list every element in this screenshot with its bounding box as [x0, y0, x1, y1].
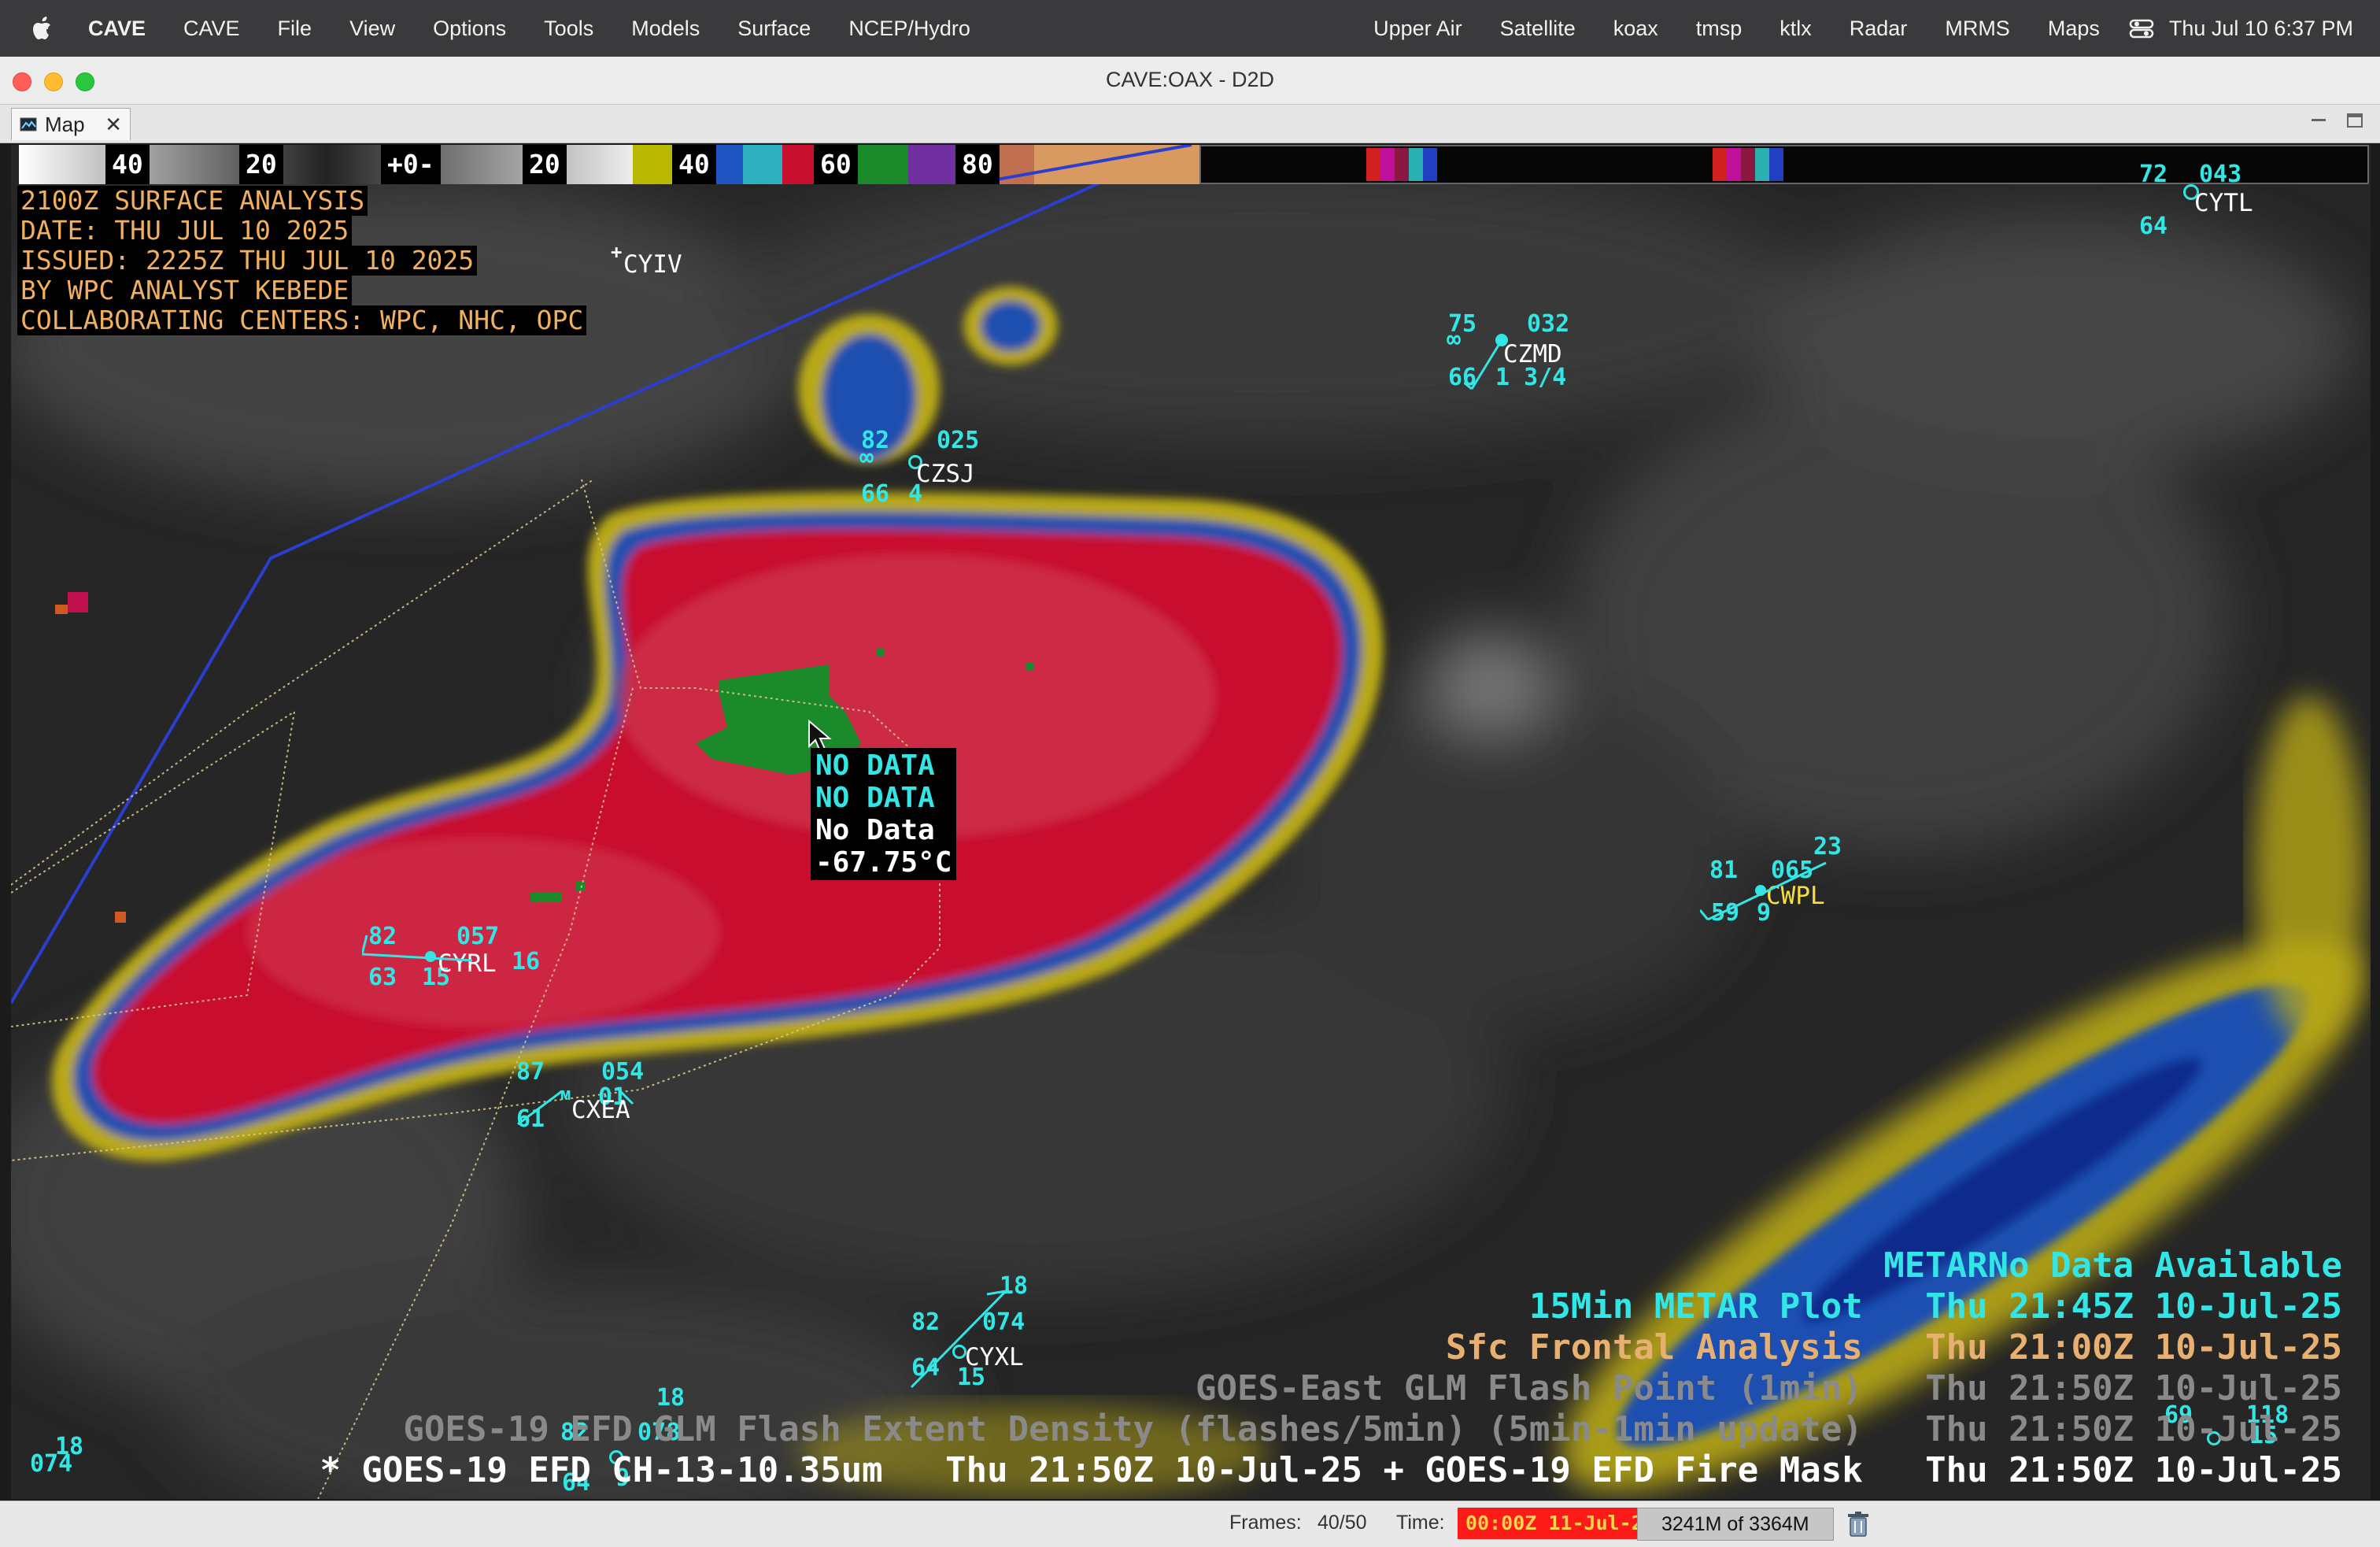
analysis-line: ISSUED: 2225Z THU JUL 10 2025 [17, 246, 478, 276]
station-dew: 64 [2139, 213, 2168, 240]
wind-barb-icon [517, 1086, 634, 1126]
wind-barb-icon [1464, 339, 1503, 390]
colorbar-gradient [19, 145, 1199, 184]
fire-pixel [68, 592, 88, 613]
analysis-line: 2100Z SURFACE ANALYSIS [17, 186, 368, 216]
surface-analysis-info: 2100Z SURFACE ANALYSIS DATE: THU JUL 10 … [17, 186, 587, 335]
station-pressure: 032 [1527, 310, 1570, 338]
tab-map-label: Map [45, 112, 85, 136]
control-center-icon[interactable] [2128, 15, 2155, 42]
analysis-line: DATE: THU JUL 10 2025 [17, 216, 353, 246]
sample-glm-point: NO DATA [815, 749, 935, 782]
menu-view[interactable]: View [331, 17, 414, 41]
station-gust: 23 [1813, 833, 1842, 860]
legend-metar[interactable]: METARNo Data Available [1883, 1245, 2342, 1286]
memory-usage[interactable]: 3241M of 3364M [1637, 1508, 1834, 1541]
minimize-pane-icon[interactable] [2309, 111, 2328, 130]
colorbar-secondary-swatches [1366, 148, 1783, 181]
analysis-line: BY WPC ANALYST KEBEDE [17, 276, 353, 305]
menu-ktlx[interactable]: ktlx [1761, 17, 1831, 41]
menu-mrms[interactable]: MRMS [1926, 17, 2029, 41]
cursor-sample-readout: NO DATA NO DATA No Data -67.75°C [811, 748, 957, 880]
station-id: CYIV [623, 250, 682, 279]
apple-icon[interactable] [27, 13, 58, 44]
station-sky: ∞ [859, 444, 874, 472]
maximize-pane-icon[interactable] [2345, 111, 2364, 130]
sample-ch13-temp: -67.75°C [815, 846, 952, 879]
tab-close-icon[interactable]: ✕ [105, 113, 122, 137]
menu-app-name[interactable]: CAVE [69, 17, 164, 41]
menu-clock[interactable]: Thu Jul 10 6:37 PM [2155, 17, 2380, 41]
colorbar-label-60: 60 [814, 145, 858, 184]
station-marker-icon: + [611, 241, 623, 263]
station-sky: ∞ [1447, 326, 1462, 353]
menu-radar[interactable]: Radar [1831, 17, 1927, 41]
station-dew: 66 [861, 480, 890, 508]
pane-controls [2309, 111, 2364, 130]
station-pressure: 043 [2199, 161, 2242, 188]
menu-tmsp[interactable]: tmsp [1677, 17, 1761, 41]
window-titlebar: CAVE:OAX - D2D [0, 57, 2380, 105]
map-icon [20, 117, 37, 131]
tab-map[interactable]: Map ✕ [11, 108, 131, 140]
colorbar-label-40b: 40 [672, 145, 716, 184]
frames-label: Frames: [1229, 1512, 1302, 1534]
station-id: CZSJ [916, 460, 975, 488]
station-pressure: 025 [937, 427, 980, 454]
legend-main-product[interactable]: * GOES-19 EFD CH-13-10.35um Thu 21:50Z 1… [320, 1450, 2342, 1490]
menu-bar: CAVE CAVE File View Options Tools Models… [0, 0, 2380, 57]
menu-models[interactable]: Models [612, 17, 719, 41]
menu-options[interactable]: Options [414, 17, 525, 41]
station-id: CYTL [2194, 189, 2253, 217]
status-bar: Frames: 40/50 Time: 00:00Z 11-Jul-25 324… [0, 1501, 2380, 1547]
wind-barb-icon [1700, 861, 1827, 921]
menu-file[interactable]: File [259, 17, 331, 41]
station-pressure: 074 [30, 1450, 73, 1478]
menu-tools[interactable]: Tools [525, 17, 612, 41]
menu-satellite[interactable]: Satellite [1481, 17, 1595, 41]
legend-glm-flash-point[interactable]: GOES-East GLM Flash Point (1min) Thu 21:… [1196, 1368, 2342, 1408]
legend-glm-flash-extent[interactable]: GOES-19 EFD GLM Flash Extent Density (fl… [403, 1409, 2342, 1449]
menu-surface[interactable]: Surface [719, 17, 830, 41]
colorbar-label-40: 40 [105, 145, 150, 184]
colorbar-label-20: 20 [239, 145, 283, 184]
window-title: CAVE:OAX - D2D [1105, 68, 1275, 91]
station-id: CZMD [1503, 340, 1562, 368]
wind-barb-icon [910, 1290, 1007, 1389]
wind-barb-icon [362, 934, 473, 962]
colorbar-secondary [1199, 145, 2369, 184]
colorbar: 40 20 +0- 20 40 60 80 [19, 145, 1199, 184]
map-display[interactable]: 40 20 +0- 20 40 60 80 2100Z SURFACE ANAL… [11, 145, 2371, 1499]
legend-metar-plot[interactable]: 15Min METAR Plot Thu 21:45Z 10-Jul-25 [1529, 1286, 2342, 1327]
station-temp: 72 [2139, 161, 2168, 188]
sample-glm-extent: NO DATA [815, 782, 935, 814]
frame-time[interactable]: 00:00Z 11-Jul-25 [1458, 1508, 1663, 1539]
analysis-line: COLLABORATING CENTERS: WPC, NHC, OPC [17, 305, 587, 335]
editor-tab-bar: Map ✕ [0, 105, 2380, 143]
menu-ncep-hydro[interactable]: NCEP/Hydro [830, 17, 989, 41]
menu-cave[interactable]: CAVE [164, 17, 259, 41]
menu-koax[interactable]: koax [1595, 17, 1677, 41]
legend-frontal-analysis[interactable]: Sfc Frontal Analysis Thu 21:00Z 10-Jul-2… [1446, 1327, 2342, 1368]
trash-icon[interactable] [1846, 1511, 1870, 1538]
colorbar-label-80: 80 [955, 145, 1000, 184]
colorbar-label-20b: 20 [523, 145, 567, 184]
time-label: Time: [1396, 1512, 1445, 1534]
sample-fire-mask: No Data [815, 814, 935, 846]
menu-upper-air[interactable]: Upper Air [1354, 17, 1481, 41]
frames-value: 40/50 [1318, 1512, 1367, 1534]
colorbar-label-zero: +0- [381, 145, 441, 184]
menu-maps[interactable]: Maps [2029, 17, 2119, 41]
station-gust: 18 [656, 1384, 686, 1412]
